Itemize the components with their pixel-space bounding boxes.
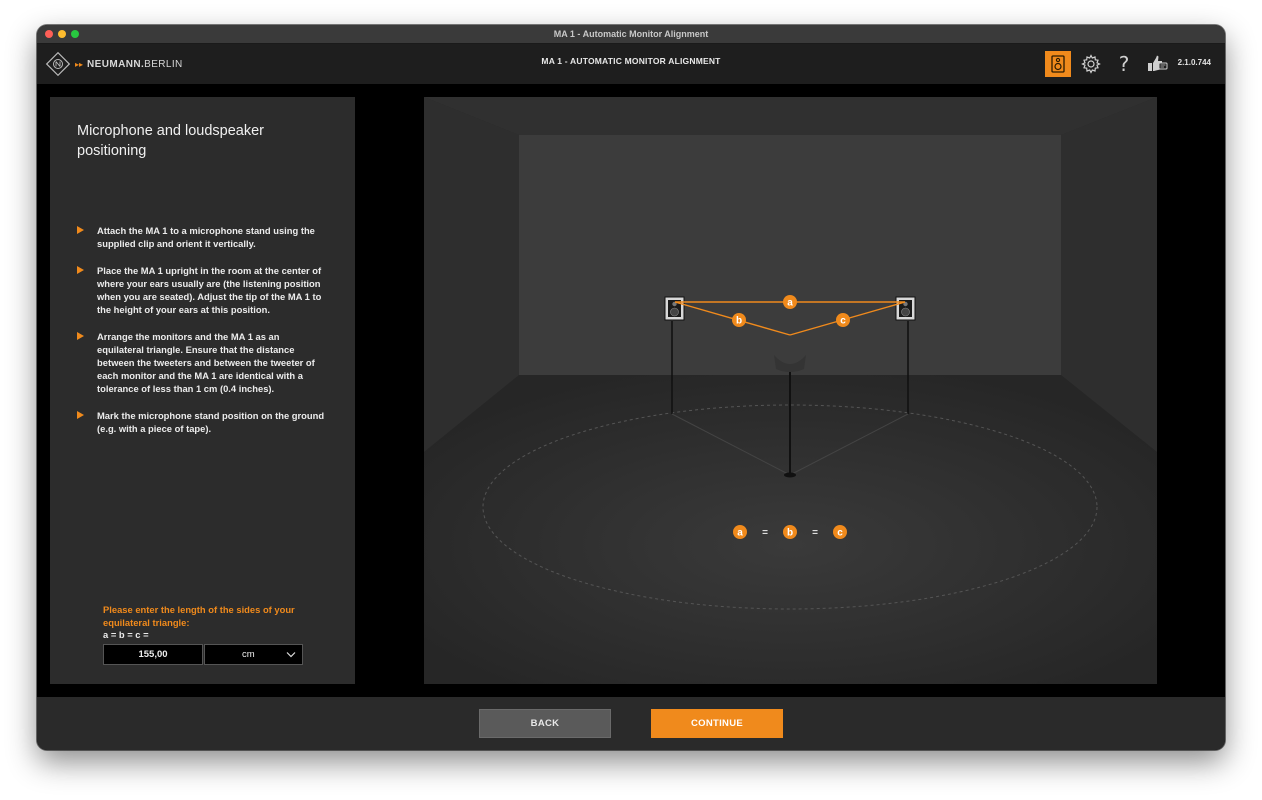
- gear-icon: [1081, 54, 1101, 74]
- side-c-label: c: [840, 316, 846, 327]
- instruction-list: Attach the MA 1 to a microphone stand us…: [77, 224, 327, 449]
- app-version: 2.1.0.744: [1177, 58, 1211, 67]
- footer-bar: BACK CONTINUE: [37, 697, 1225, 750]
- main-content: Microphone and loudspeaker positioning A…: [37, 84, 1225, 697]
- help-button[interactable]: ?: [1111, 51, 1137, 77]
- bullet-arrow-icon: [77, 411, 84, 419]
- room-ceiling: [424, 97, 1157, 135]
- title-bar: MA 1 - Automatic Monitor Alignment: [37, 25, 1225, 44]
- instruction-item: Attach the MA 1 to a microphone stand us…: [77, 224, 327, 250]
- instruction-text: Place the MA 1 upright in the room at th…: [97, 265, 322, 315]
- equation-equals-1: =: [762, 528, 768, 539]
- instruction-text: Mark the microphone stand position on th…: [97, 410, 325, 434]
- bullet-arrow-icon: [77, 226, 84, 234]
- length-prompt: Please enter the length of the sides of …: [103, 604, 295, 628]
- equation-c-label: c: [837, 528, 843, 539]
- equation-equals-2: =: [812, 528, 818, 539]
- equation-b-label: b: [787, 528, 793, 539]
- panel-title: Microphone and loudspeaker positioning: [77, 123, 265, 159]
- listener-head: [773, 322, 807, 372]
- speaker-icon: [1051, 55, 1065, 73]
- left-monitor: [664, 296, 685, 321]
- feedback-icon: [1148, 55, 1168, 71]
- positioning-illustration: a b c a = b = c: [424, 97, 1157, 684]
- unit-value: cm: [242, 649, 255, 660]
- back-button[interactable]: BACK: [479, 709, 611, 738]
- length-input-row: 155,00 cm: [103, 644, 303, 665]
- side-b-label: b: [736, 316, 742, 327]
- feedback-button[interactable]: [1144, 51, 1170, 77]
- instruction-item: Arrange the monitors and the MA 1 as an …: [77, 330, 327, 395]
- right-monitor: [895, 296, 916, 321]
- app-header: ▸▸ NEUMANN.BERLIN MA 1 - AUTOMATIC MONIT…: [37, 44, 1225, 84]
- speaker-button[interactable]: [1045, 51, 1071, 77]
- continue-button[interactable]: CONTINUE: [651, 709, 783, 738]
- side-a-label: a: [787, 298, 793, 309]
- help-icon: ?: [1118, 52, 1130, 76]
- length-formula: a = b = c =: [103, 629, 149, 640]
- instruction-text: Attach the MA 1 to a microphone stand us…: [97, 225, 315, 249]
- window-title: MA 1 - Automatic Monitor Alignment: [553, 29, 709, 39]
- length-input[interactable]: 155,00: [103, 644, 203, 665]
- settings-button[interactable]: [1078, 51, 1104, 77]
- room-illustration: a b c a = b = c: [424, 97, 1157, 684]
- chevron-down-icon: [286, 645, 296, 671]
- bullet-arrow-icon: [77, 332, 84, 340]
- equation-a-label: a: [737, 528, 743, 539]
- instructions-panel: Microphone and loudspeaker positioning A…: [50, 97, 355, 684]
- app-window: MA 1 - Automatic Monitor Alignment ▸▸ NE…: [37, 25, 1225, 750]
- instruction-item: Place the MA 1 upright in the room at th…: [77, 264, 327, 316]
- instruction-text: Arrange the monitors and the MA 1 as an …: [97, 331, 315, 394]
- instruction-item: Mark the microphone stand position on th…: [77, 409, 327, 435]
- unit-select[interactable]: cm: [204, 644, 303, 665]
- bullet-arrow-icon: [77, 266, 84, 274]
